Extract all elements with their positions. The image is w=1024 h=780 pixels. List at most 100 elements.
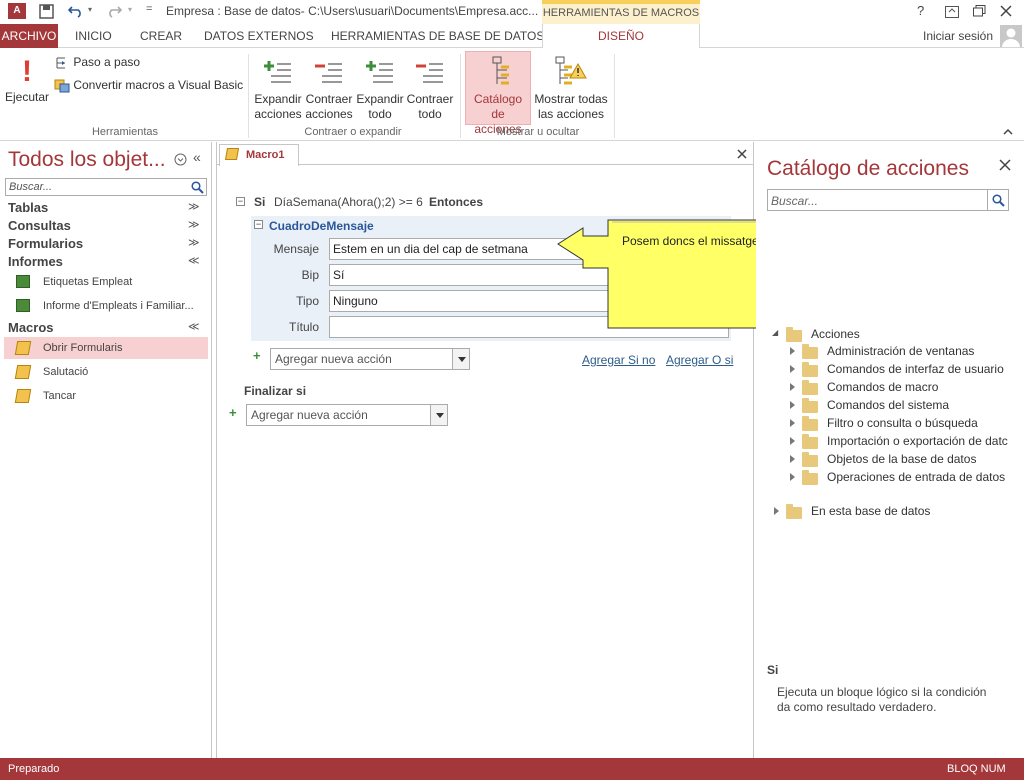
tree-en-esta-base[interactable]: En esta base de datos xyxy=(811,504,930,518)
collapse-if-button[interactable]: − xyxy=(236,197,245,206)
macro-icon xyxy=(14,365,32,379)
convertir-macros-button[interactable]: Convertir macros a Visual Basic xyxy=(54,78,243,94)
contraer-todo-button[interactable]: Contraer todo xyxy=(406,52,454,122)
macro-icon xyxy=(14,389,32,403)
nav-item-macro[interactable]: Tancar xyxy=(4,385,208,407)
access-app-icon[interactable]: A xyxy=(8,3,26,19)
dropdown-arrow-icon[interactable] xyxy=(430,405,447,425)
nav-search-input[interactable]: Buscar... xyxy=(5,178,207,196)
undo-dropdown-icon[interactable]: ▾ xyxy=(88,5,92,14)
expand-tree-icon[interactable] xyxy=(774,507,779,515)
expand-tree-icon[interactable] xyxy=(790,419,795,427)
add-action-combo[interactable]: Agregar nueva acción xyxy=(270,348,470,370)
nav-item-report[interactable]: Etiquetas Empleat xyxy=(4,271,208,293)
search-icon[interactable] xyxy=(992,194,1005,207)
add-else-if-link[interactable]: Agregar O si xyxy=(666,353,733,367)
help-text-line: da como resultado verdadero. xyxy=(777,700,937,714)
expand-tree-icon[interactable] xyxy=(790,383,795,391)
tab-archivo[interactable]: ARCHIVO xyxy=(0,24,58,48)
expand-tree-icon[interactable] xyxy=(790,401,795,409)
report-icon xyxy=(16,275,30,288)
expand-group-icon[interactable]: ≫ xyxy=(188,218,200,231)
tab-inicio[interactable]: INICIO xyxy=(67,24,120,48)
convert-vb-icon xyxy=(54,79,70,93)
expandir-acciones-button[interactable]: Expandir acciones xyxy=(254,52,302,122)
tree-folder-item[interactable]: Objetos de la base de datos xyxy=(827,452,1009,466)
expand-tree-icon[interactable] xyxy=(790,365,795,373)
document-tab-macro1[interactable]: Macro1 xyxy=(219,144,299,166)
redo-dropdown-icon[interactable]: ▾ xyxy=(128,5,132,14)
search-icon[interactable] xyxy=(191,181,204,194)
tree-acciones[interactable]: Acciones xyxy=(811,327,860,341)
save-icon[interactable] xyxy=(39,4,54,19)
help-icon[interactable]: ? xyxy=(917,3,924,18)
user-avatar-icon[interactable] xyxy=(1000,25,1022,47)
tree-folder-item[interactable]: Importación o exportación de datc xyxy=(827,434,1009,448)
nav-item-report[interactable]: Informe d'Empleats i Familiar... xyxy=(4,295,208,317)
group-contraer-label: Contraer o expandir xyxy=(304,126,402,138)
close-window-icon[interactable] xyxy=(1000,5,1012,17)
expand-tree-icon[interactable] xyxy=(790,455,795,463)
tree-folder-item[interactable]: Operaciones de entrada de datos xyxy=(827,470,1009,484)
expand-tree-icon[interactable] xyxy=(790,347,795,355)
ribbon-tabs: ARCHIVO INICIO CREAR DATOS EXTERNOS HERR… xyxy=(0,24,1024,49)
ribbon-separator xyxy=(460,54,461,138)
expand-tree-icon[interactable] xyxy=(790,437,795,445)
status-text: Preparado xyxy=(8,763,60,775)
macro-icon xyxy=(224,148,240,160)
close-document-icon[interactable] xyxy=(737,149,747,159)
nav-group-macros[interactable]: Macros xyxy=(8,320,54,335)
add-action-combo-root[interactable]: Agregar nueva acción xyxy=(246,404,448,426)
tree-folder-item[interactable]: Comandos de interfaz de usuario xyxy=(827,362,1009,376)
context-tab-header: HERRAMIENTAS DE MACROS xyxy=(542,0,700,24)
folder-icon xyxy=(802,362,818,377)
expand-tree-icon[interactable] xyxy=(790,473,795,481)
tab-herramientas-bd[interactable]: HERRAMIENTAS DE BASE DE DATOS xyxy=(323,24,552,48)
mostrar-todas-button[interactable]: Mostrar todas las acciones xyxy=(533,52,609,122)
paso-a-paso-button[interactable]: Paso a paso xyxy=(54,55,140,71)
show-all-actions-icon xyxy=(555,56,587,85)
nav-pane-title[interactable]: Todos los objet... xyxy=(8,148,166,172)
sign-in-link[interactable]: Iniciar sesión xyxy=(915,24,1001,48)
collapse-ribbon-icon[interactable] xyxy=(1003,128,1013,136)
tree-folder-item[interactable]: Comandos del sistema xyxy=(827,398,1009,412)
add-else-link[interactable]: Agregar Si no xyxy=(582,353,655,367)
restore-icon[interactable] xyxy=(973,5,986,17)
expand-group-icon[interactable]: ≫ xyxy=(188,200,200,213)
nav-group-informes[interactable]: Informes xyxy=(8,254,63,269)
contraer-acciones-button[interactable]: Contraer acciones xyxy=(305,52,353,122)
close-catalog-icon[interactable] xyxy=(999,159,1011,171)
qat-customize-icon[interactable]: = xyxy=(146,3,152,15)
collapse-group-icon[interactable]: ≪ xyxy=(188,254,200,267)
catalog-search-input[interactable]: Buscar... xyxy=(767,189,1009,211)
nav-group-consultas[interactable]: Consultas xyxy=(8,218,71,233)
nav-item-macro-selected[interactable]: Obrir Formularis xyxy=(4,337,208,359)
tab-datos-externos[interactable]: DATOS EXTERNOS xyxy=(196,24,322,48)
tab-diseno[interactable]: DISEÑO xyxy=(542,24,700,49)
nav-menu-dropdown-icon[interactable] xyxy=(174,153,187,166)
group-herramientas-label: Herramientas xyxy=(91,126,159,138)
expand-group-icon[interactable]: ≫ xyxy=(188,236,200,249)
tab-crear[interactable]: CREAR xyxy=(132,24,190,48)
catalogo-acciones-button[interactable]: Catálogo de acciones xyxy=(465,51,531,136)
undo-icon[interactable] xyxy=(68,4,84,18)
tree-folder-item[interactable]: Filtro o consulta o búsqueda xyxy=(827,416,1009,430)
nav-group-formularios[interactable]: Formularios xyxy=(8,236,83,251)
tree-folder-item[interactable]: Administración de ventanas xyxy=(827,344,1009,358)
collapse-action-button[interactable]: − xyxy=(254,220,263,229)
dropdown-arrow-icon[interactable] xyxy=(452,349,469,369)
nav-group-tablas[interactable]: Tablas xyxy=(8,200,48,215)
collapse-group-icon[interactable]: ≪ xyxy=(188,320,200,333)
expand-tree-icon[interactable]: ◢ xyxy=(772,328,778,337)
redo-icon[interactable] xyxy=(106,4,122,18)
step-icon xyxy=(56,57,65,69)
nav-item-macro[interactable]: Salutació xyxy=(4,361,208,383)
catalog-title: Catálogo de acciones xyxy=(767,157,969,180)
ribbon-display-icon[interactable] xyxy=(945,6,959,18)
folder-icon xyxy=(802,416,818,431)
ejecutar-button[interactable]: ! Ejecutar xyxy=(4,52,50,105)
if-condition[interactable]: DíaSemana(Ahora();2) >= 6 xyxy=(274,195,423,209)
tree-folder-item[interactable]: Comandos de macro xyxy=(827,380,1009,394)
shutter-bar-close-icon[interactable]: « xyxy=(193,149,201,165)
expandir-todo-button[interactable]: Expandir todo xyxy=(356,52,404,122)
